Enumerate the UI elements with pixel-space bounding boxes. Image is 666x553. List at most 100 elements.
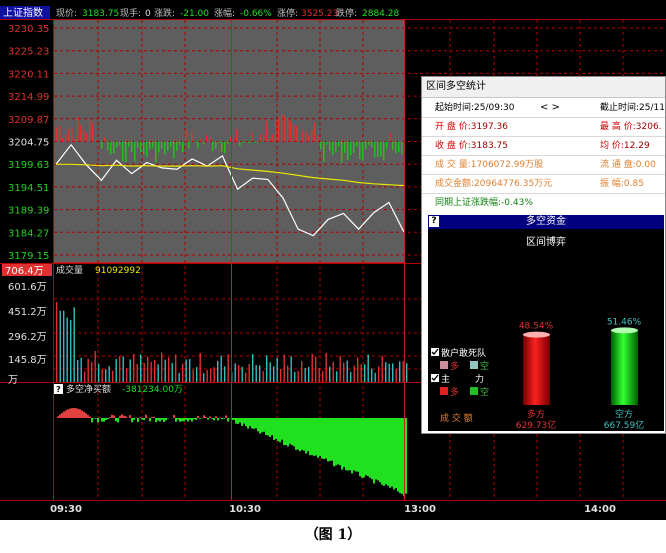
volume-tick-label: 451.2万 [8,307,47,318]
retail-checkbox-label[interactable]: 散户敢死队 [441,347,486,359]
range-nav-arrows[interactable]: < > [540,99,560,117]
volume-value: 91092992 [95,266,141,276]
netflow-bar [391,418,393,487]
netflow-bar [117,418,119,423]
price-histogram-bar [278,117,280,142]
volume-bar [381,356,383,382]
netflow-bar [303,418,305,451]
change-value: -21.00 [180,9,209,19]
price-histogram-bar [377,141,379,158]
price-histogram-bar [398,141,400,153]
price-histogram-bar [302,132,304,142]
panel-title: 多空资金 [526,216,566,227]
netflow-bar [191,418,193,422]
volume-bar [108,366,110,382]
netflow-bar [375,418,377,480]
price-histogram-bar [170,141,172,148]
price-histogram-bar [326,141,328,145]
netflow-bar [221,418,223,419]
price-histogram-bar [125,141,127,162]
price-histogram-bar [119,141,121,146]
netflow-bar [89,416,91,418]
netflow-bar [255,418,257,429]
price-histogram-bar [371,141,373,148]
netflow-bar [133,418,135,420]
price-histogram-bar [314,122,316,142]
netflow-bar [341,418,343,470]
volume-bar [287,365,289,382]
volume-bar [388,363,390,382]
volume-bar [206,369,208,382]
netflow-bar [77,408,79,418]
amplitude-value: 0.85 [623,179,644,189]
volume-bar [213,367,215,382]
help-icon[interactable]: ? [429,216,439,227]
netflow-bar [105,418,107,420]
volume-bar [280,368,282,382]
price-histogram-bar [239,141,241,147]
price-histogram-bar [182,141,184,153]
volume-bar [259,365,261,382]
netflow-bar [245,418,247,427]
netflow-bar [121,414,123,418]
volume-bar [371,368,373,382]
price-histogram-bar [218,141,220,143]
amount-label: 成交金额: [435,179,475,189]
price-histogram-bar [332,141,334,156]
price-histogram-bar [242,141,244,144]
price-histogram-bar [320,141,322,150]
netflow-bar [359,418,361,477]
volume-bar [154,360,156,382]
volume-bar [136,363,138,382]
netflow-bar [113,415,115,418]
netflow-bar [139,417,141,418]
price-histogram-bar [281,114,283,142]
netflow-bar [155,418,157,423]
price-histogram-bar [341,141,343,163]
price-histogram-bar [362,141,364,161]
volume-stat-label: 成 交 量: [435,160,471,170]
price-histogram-bar [68,129,70,142]
window-title[interactable]: 区间多空统计 [422,77,665,98]
short-label: 空方 [615,408,633,420]
netflow-bar [265,418,267,435]
range-stats-window[interactable]: 区间多空统计 起始时间:25/09:30 < > 截止时间:25/11 开 盘 … [421,76,666,434]
volume-bar [84,371,86,382]
price-histogram-bar [380,141,382,157]
help-icon[interactable]: ? [56,385,61,394]
price-histogram-bar [197,141,199,149]
start-label: 起始时间: [435,103,475,113]
price-histogram-bar [89,119,91,142]
netflow-bar [235,418,237,424]
volume-bar [266,355,268,382]
main-checkbox-label-a[interactable]: 主 [441,373,450,385]
netflow-bar [205,417,207,418]
volume-label: 成交量 [56,264,83,276]
netflow-bar [273,418,275,440]
volume-bar [353,365,355,382]
netflow-bar [67,409,69,418]
netflow-bar [73,408,75,418]
price-histogram-bar [365,141,367,150]
same-period-value: -0.43% [501,198,533,208]
limitup-label: 涨停: [277,7,298,19]
price-histogram-bar [224,141,226,154]
price-histogram-bar [134,141,136,162]
retail-empty-label: 空 [480,360,489,372]
close-value: 3183.75 [470,141,508,151]
price-histogram-bar [185,130,187,142]
volume-bar [56,301,58,382]
netflow-bar [269,418,271,437]
netflow-bar [193,418,195,420]
price-histogram-bar [290,120,292,142]
avg-label: 均 价: [600,141,624,151]
price-histogram-bar [395,141,397,154]
start-value: 25/09:30 [474,103,515,113]
volume-bar [115,359,117,382]
volume-bar [70,319,72,382]
netflow-bar [177,418,179,420]
volume-bar [178,372,180,382]
netflow-bar [233,418,235,420]
main-multi-label: 多 [450,386,459,398]
netflow-bar [129,415,131,418]
